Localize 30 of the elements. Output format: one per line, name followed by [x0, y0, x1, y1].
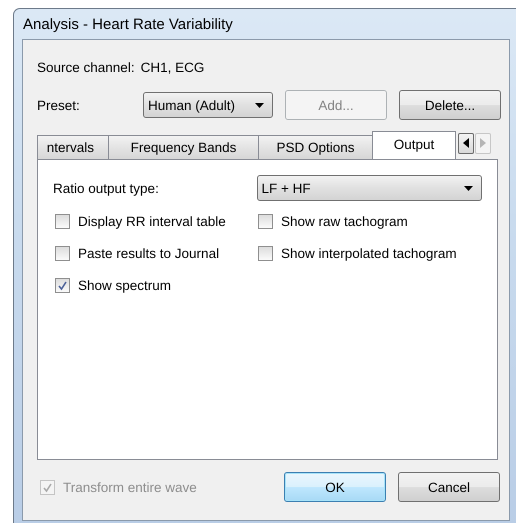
checkbox-label: Show raw tachogram	[281, 214, 408, 229]
ok-button[interactable]: OK	[284, 472, 386, 502]
ratio-output-label: Ratio output type:	[53, 180, 160, 196]
dropdown-arrow-icon	[464, 186, 473, 190]
checkbox-label: Show interpolated tachogram	[281, 246, 457, 261]
source-channel-label: Source channel:	[37, 60, 135, 75]
checkbox[interactable]	[55, 214, 70, 229]
checkbox-label: Show spectrum	[78, 278, 172, 293]
delete-button[interactable]: Delete...	[399, 90, 501, 120]
tab[interactable]: Output	[372, 131, 456, 159]
checkbox[interactable]	[258, 246, 273, 261]
preset-label: Preset:	[37, 98, 81, 112]
checkbox[interactable]	[258, 214, 273, 229]
checkbox-label: Paste results to Journal	[78, 246, 220, 261]
dropdown[interactable]: LF + HF	[256, 175, 482, 201]
checkbox[interactable]	[55, 278, 70, 293]
checkbox-label: Display RR interval table	[78, 214, 226, 229]
checkbox-label: Transform entire wave	[63, 480, 197, 494]
scroll-left-button[interactable]	[458, 132, 474, 154]
dropdown-arrow-icon	[255, 102, 264, 108]
right-triangle-icon	[480, 138, 486, 148]
cancel-button[interactable]: Cancel	[398, 472, 500, 502]
tab[interactable]: Frequency Bands	[108, 135, 258, 159]
tab[interactable]: ntervals	[37, 135, 108, 159]
checkbox[interactable]	[55, 246, 70, 261]
tab[interactable]: PSD Options	[258, 135, 372, 159]
window-title: Analysis - Heart Rate Variability	[22, 16, 233, 32]
source-channel-value: CH1, ECG	[140, 60, 204, 75]
left-triangle-icon	[463, 138, 469, 148]
dropdown[interactable]: Human (Adult)	[143, 92, 273, 118]
